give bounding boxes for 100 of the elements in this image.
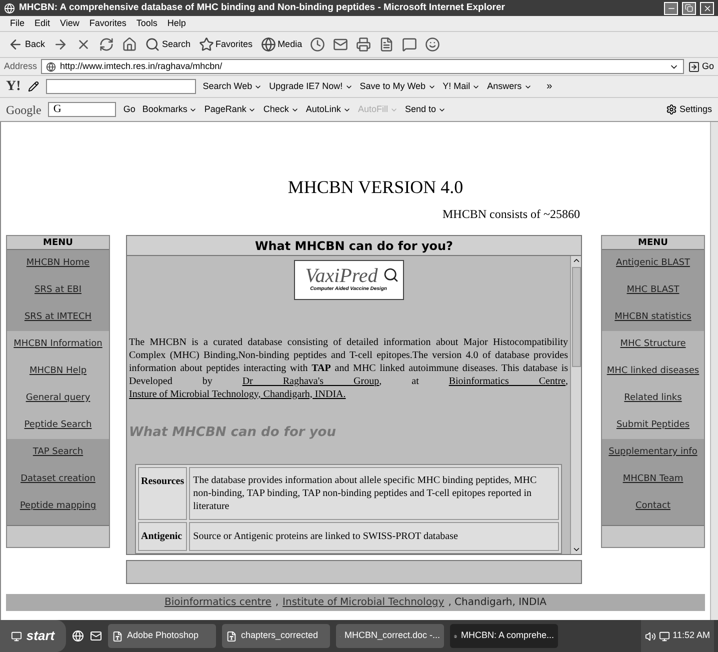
toolbar-button[interactable]: Back <box>8 37 46 52</box>
toolbar-button[interactable]: Upgrade IE7 Now! <box>269 80 353 94</box>
menu-item[interactable]: Tools <box>136 16 158 30</box>
taskbar-item[interactable]: chapters_corrected <box>222 624 330 648</box>
menu-link[interactable]: MHCBN Information <box>7 331 109 358</box>
close-button[interactable] <box>700 2 714 14</box>
pencil-icon[interactable] <box>28 81 39 92</box>
menu-link[interactable]: MHCBN statistics <box>602 304 704 331</box>
footer-link[interactable]: Bioinformatics centre <box>164 595 272 610</box>
menu-item[interactable]: View <box>60 16 80 30</box>
windows-logo-icon <box>11 630 22 642</box>
settings-icon <box>666 104 678 115</box>
menu-link[interactable]: MHCBN Team <box>602 466 704 493</box>
search-field[interactable]: G <box>48 102 116 117</box>
restore-icon <box>685 4 693 12</box>
start-button[interactable]: start <box>0 620 66 652</box>
speaker-icon[interactable] <box>644 630 656 642</box>
toolbar-button[interactable]: Y! Mail <box>442 80 480 94</box>
scrollbar[interactable] <box>570 256 581 554</box>
scroll-up-icon[interactable] <box>572 256 580 265</box>
mail-icon[interactable] <box>333 37 348 52</box>
menu-link[interactable]: MHCBN Home <box>7 250 109 277</box>
maximize-button[interactable] <box>682 2 696 14</box>
menu-link[interactable]: MHC BLAST <box>602 277 704 304</box>
refresh-icon[interactable] <box>99 37 114 52</box>
browser-icon <box>4 2 15 14</box>
menu-title: MENU <box>602 236 704 250</box>
toolbar-button[interactable]: Answers <box>487 80 532 94</box>
menu-link[interactable]: TAP Search <box>7 439 109 466</box>
home-icon[interactable] <box>122 37 138 52</box>
menu-link[interactable]: Dataset creation <box>7 466 109 493</box>
toolbar-button[interactable]: Check <box>263 102 299 116</box>
window-title: MHCBN: A comprehensive database of MHC binding and Non-binding peptides - Microsoft Internet Explorer <box>19 0 506 15</box>
toolbar-button[interactable]: Bookmarks <box>142 102 198 116</box>
go-button[interactable]: Go <box>688 60 714 74</box>
toolbar-button[interactable]: Send to <box>404 102 446 116</box>
taskbar-item[interactable]: Adobe Photoshop <box>108 624 216 648</box>
menu-link[interactable]: General query <box>7 385 109 412</box>
menu-item[interactable]: Edit <box>34 16 50 30</box>
toolbar-button[interactable]: Media <box>260 37 302 52</box>
scroll-down-icon[interactable] <box>572 545 580 554</box>
menu-link[interactable]: Related links <box>602 385 704 412</box>
taskbar-item[interactable]: MHCBN_correct.doc -... <box>336 624 444 648</box>
footer-text: , <box>275 596 279 610</box>
star-icon <box>198 37 214 52</box>
footer-link[interactable]: Institute of Microbial Technology <box>282 595 444 610</box>
chat-icon[interactable] <box>402 37 418 52</box>
toolbar-button[interactable]: Search <box>145 37 191 52</box>
menu-link[interactable]: Submit Peptides <box>602 412 704 439</box>
globe-icon[interactable] <box>72 630 84 642</box>
address-field[interactable]: http://www.imtech.res.in/raghava/mhcbn/ <box>41 59 684 74</box>
toolbar-button[interactable]: Search Web <box>202 80 262 94</box>
toolbar-logo[interactable]: Y! <box>6 76 21 97</box>
menu-link[interactable]: SRS at IMTECH <box>7 304 109 331</box>
search-field[interactable] <box>46 79 196 94</box>
taskbar-item[interactable]: MHCBN: A comprehe... <box>450 624 558 648</box>
menu-item[interactable]: Help <box>167 16 186 30</box>
scroll-thumb[interactable] <box>572 267 580 367</box>
section-heading: What MHCBN can do for you <box>129 424 337 442</box>
menu-link[interactable]: Peptide mapping <box>7 493 109 520</box>
close-icon <box>702 4 712 12</box>
magnifier-icon <box>382 267 398 283</box>
toolbar-button[interactable]: Favorites <box>198 37 253 52</box>
minimize-button[interactable] <box>664 2 678 14</box>
monitor-icon[interactable] <box>658 630 670 642</box>
smiley-icon[interactable] <box>425 37 440 52</box>
text-link[interactable]: Insture of Microbial Technology, Chandigarh, INDIA. <box>129 388 346 400</box>
table-cell: Resources <box>138 467 188 520</box>
menu-link[interactable]: Peptide Search <box>7 412 109 439</box>
menu-item[interactable]: Favorites <box>89 16 126 30</box>
menu-link[interactable]: Contact <box>602 493 704 520</box>
page-subtitle: MHCBN consists of ~25860 <box>442 206 580 223</box>
forward-arrow-icon[interactable] <box>53 37 68 52</box>
toolbar-logo[interactable]: Google <box>6 100 42 118</box>
toolbar-button[interactable]: Save to My Web <box>360 80 436 94</box>
description-paragraph: The MHCBN is a curated database consisting of detailed information about Major Histocompatibility Complex (MHC) Binding,Non-binding peptides and T-cell epitopes.The version 4.0 of database provides information about peptides interacting with TAP and MHC linked autoimmune diseases. This database is Developed by Dr Raghava's Group, at Bioinformatics Centre, Insture of Microbial Technology, Chandigarh, INDIA. <box>129 336 568 400</box>
menu-title: MENU <box>7 236 109 250</box>
menu-link[interactable]: SRS at EBI <box>7 277 109 304</box>
globe-icon <box>260 37 276 52</box>
menu-link[interactable]: MHC Structure <box>602 331 704 358</box>
menu-link[interactable]: MHC linked diseases <box>602 358 704 385</box>
menu-link[interactable]: Supplementary info <box>602 439 704 466</box>
clock: 11:52 AM <box>672 629 710 642</box>
settings-button[interactable]: Settings <box>666 102 712 116</box>
more-chevron[interactable]: » <box>546 79 552 94</box>
go-button[interactable]: Go <box>123 102 136 116</box>
menu-item[interactable]: File <box>10 16 25 30</box>
table-cell: The database provides information about allele specific MHC binding peptides, MHC non-binding, TAP binding, TAP non-binding peptides and T-cell epitopes reported in literature <box>189 467 559 520</box>
toolbar-button[interactable]: PageRank <box>204 102 256 116</box>
menu-link[interactable]: Antigenic BLAST <box>602 250 704 277</box>
url-text: http://www.imtech.res.in/raghava/mhcbn/ <box>60 60 224 73</box>
page-icon <box>46 62 56 72</box>
text-link[interactable]: Bioinformatics Centre <box>448 376 566 386</box>
menu-link[interactable]: MHCBN Help <box>7 358 109 385</box>
text-link[interactable]: Dr Raghava's Group <box>242 376 380 386</box>
printer-icon[interactable] <box>356 37 372 52</box>
page-scrollbar[interactable] <box>710 122 718 620</box>
clock-icon[interactable] <box>310 37 326 52</box>
table-cell: Source or Antigenic proteins are linked to SWISS-PROT database <box>189 522 559 551</box>
toolbar-button[interactable]: AutoLink <box>306 102 351 116</box>
